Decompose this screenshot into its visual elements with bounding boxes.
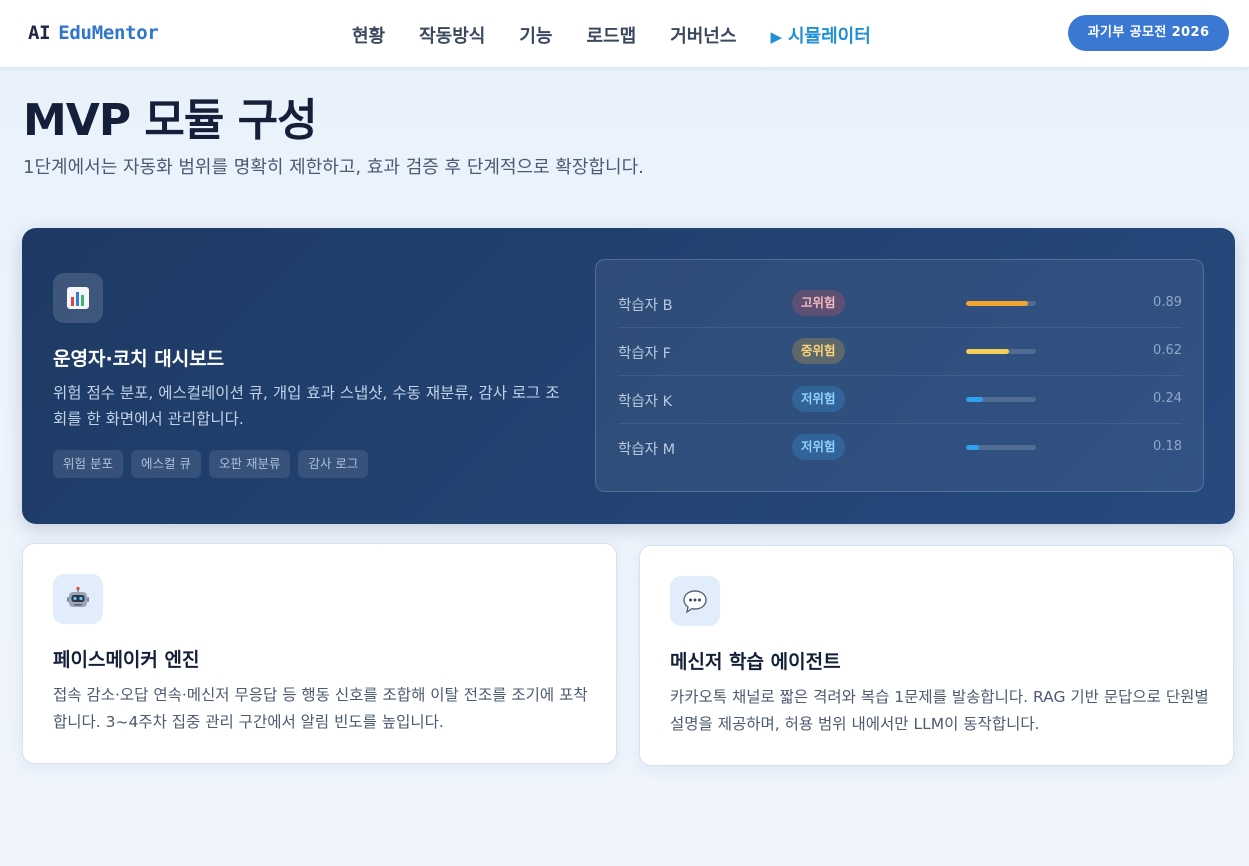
risk-score-fill <box>966 301 1029 306</box>
learner-risk-row: 학습자 K 저위험 0.24 <box>618 376 1182 424</box>
page-title: MVP 모듈 구성 <box>23 95 318 146</box>
risk-score-value: 0.24 <box>1153 391 1182 406</box>
risk-score-value: 0.18 <box>1153 439 1182 454</box>
risk-level-badge: 중위험 <box>792 338 845 364</box>
chip-audit-log: 감사 로그 <box>298 450 369 478</box>
contest-badge-button[interactable]: 과기부 공모전 2026 <box>1068 15 1229 51</box>
risk-level-badge: 저위험 <box>792 386 845 412</box>
risk-score-fill <box>966 445 979 450</box>
dashboard-module-description: 위험 점수 분포, 에스컬레이션 큐, 개입 효과 스냅샷, 수동 재분류, 감… <box>53 384 560 428</box>
module-description: 접속 감소·오답 연속·메신저 무응답 등 행동 신호를 조합해 이탈 전조를 … <box>53 686 588 731</box>
learner-risk-row: 학습자 B 고위험 0.89 <box>618 280 1182 328</box>
risk-score-bar <box>966 445 1036 450</box>
nav-item-simulator-label: 시뮬레이터 <box>787 26 871 47</box>
nav-item-features[interactable]: 기능 <box>519 22 552 48</box>
nav-item-status[interactable]: 현황 <box>352 22 385 48</box>
dashboard-module-card: 운영자·코치 대시보드 위험 점수 분포, 에스컬레이션 큐, 개입 효과 스냅… <box>22 228 1235 524</box>
chip-reclassification: 오판 재분류 <box>208 450 291 478</box>
learner-name: 학습자 B <box>618 298 673 314</box>
logo-ai-text: AI <box>28 22 51 44</box>
learner-risk-panel: 학습자 B 고위험 0.89 학습자 F 중위험 0.62 학습자 K 저위험 … <box>595 259 1204 492</box>
app-logo[interactable]: AI EduMentor <box>28 22 159 44</box>
speech-bubble-icon <box>670 576 720 626</box>
learner-risk-row: 학습자 M 저위험 0.18 <box>618 424 1182 472</box>
learner-name: 학습자 K <box>618 394 673 410</box>
risk-score-bar <box>966 301 1036 306</box>
learner-name: 학습자 F <box>618 346 671 362</box>
nav-item-simulator[interactable]: ▶ 시뮬레이터 <box>770 22 870 48</box>
chip-escalation-queue: 에스컬 큐 <box>130 450 201 478</box>
learner-risk-row: 학습자 F 중위험 0.62 <box>618 328 1182 376</box>
logo-brand-text: EduMentor <box>58 22 159 44</box>
play-icon: ▶ <box>770 28 782 46</box>
page-subtitle: 1단계에서는 자동화 범위를 명확히 제한하고, 효과 검증 후 단계적으로 확… <box>23 157 644 178</box>
risk-score-fill <box>966 349 1010 354</box>
main-nav: 현황 작동방식 기능 로드맵 거버넌스 ▶ 시뮬레이터 <box>352 22 905 48</box>
robot-icon <box>53 574 103 624</box>
messenger-agent-card: 메신저 학습 에이전트 카카오톡 채널로 짧은 격려와 복습 1문제를 발송합니… <box>639 545 1234 766</box>
module-description: 카카오톡 채널로 짧은 격려와 복습 1문제를 발송합니다. RAG 기반 문답… <box>670 688 1209 733</box>
chip-risk-distribution: 위험 분포 <box>53 450 123 478</box>
risk-score-value: 0.89 <box>1153 295 1182 310</box>
risk-score-fill <box>966 397 983 402</box>
nav-item-how-it-works[interactable]: 작동방식 <box>419 22 485 48</box>
risk-level-badge: 고위험 <box>792 290 845 316</box>
module-title: 메신저 학습 에이전트 <box>670 651 841 673</box>
pacemaker-engine-card: 페이스메이커 엔진 접속 감소·오답 연속·메신저 무응답 등 행동 신호를 조… <box>22 543 617 764</box>
dashboard-module-title: 운영자·코치 대시보드 <box>53 348 225 370</box>
bar-chart-icon <box>53 273 103 323</box>
top-navigation-bar: AI EduMentor 현황 작동방식 기능 로드맵 거버넌스 ▶ 시뮬레이터 과… <box>0 0 1249 68</box>
nav-item-governance[interactable]: 거버넌스 <box>670 22 736 48</box>
risk-score-value: 0.62 <box>1153 343 1182 358</box>
risk-score-bar <box>966 349 1036 354</box>
nav-item-roadmap[interactable]: 로드맵 <box>587 22 637 48</box>
learner-name: 학습자 M <box>618 442 676 458</box>
risk-level-badge: 저위험 <box>792 434 845 460</box>
risk-score-bar <box>966 397 1036 402</box>
feature-chips: 위험 분포 에스컬 큐 오판 재분류 감사 로그 <box>53 450 369 478</box>
module-title: 페이스메이커 엔진 <box>53 649 200 671</box>
